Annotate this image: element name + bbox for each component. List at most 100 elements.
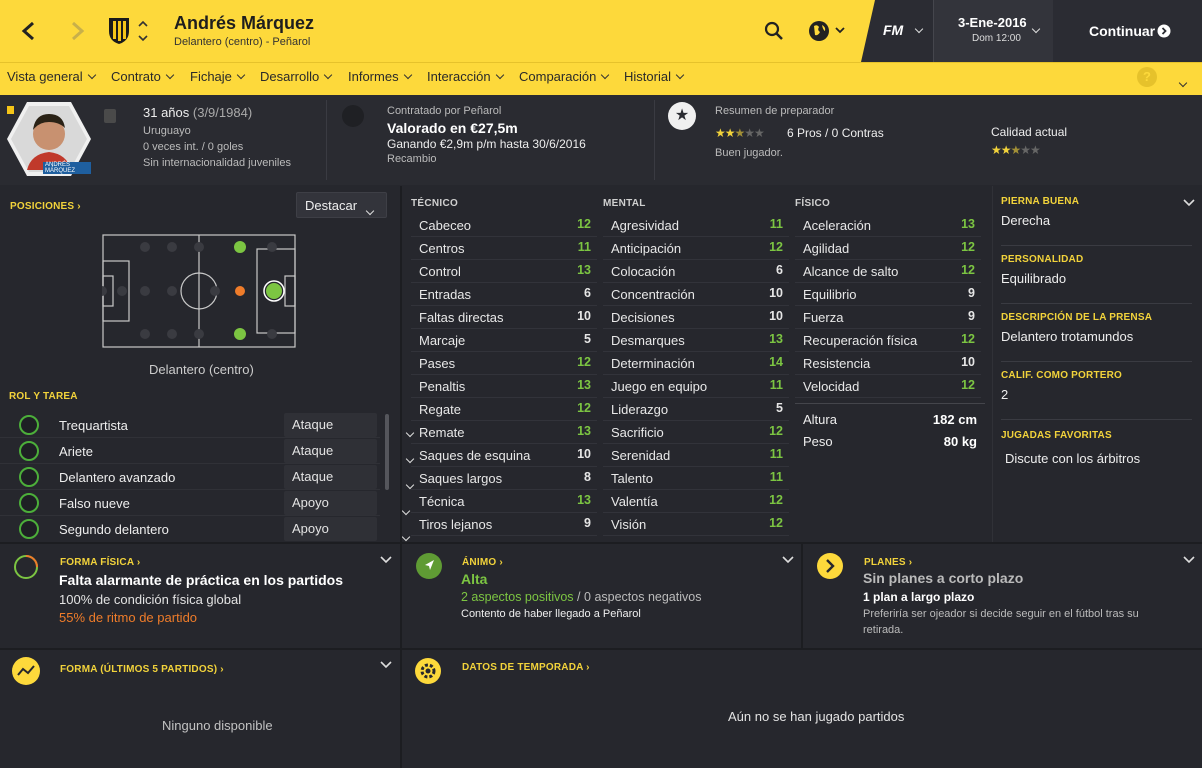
match-sharpness: 55% de ritmo de partido (59, 610, 198, 625)
duty-dropdown[interactable]: Apoyo (284, 491, 411, 516)
chevron-down-icon[interactable] (1178, 78, 1188, 88)
roles-scrollbar[interactable] (385, 414, 389, 490)
attribute-row[interactable]: Cabeceo 12 (411, 214, 597, 237)
attribute-row[interactable]: Fuerza 9 (795, 306, 981, 329)
attribute-row[interactable]: Alcance de salto 12 (795, 260, 981, 283)
attribute-value: 12 (961, 263, 975, 277)
attribute-row[interactable]: Pases 12 (411, 352, 597, 375)
attribute-label: Fuerza (803, 310, 844, 325)
duty-dropdown[interactable]: Ataque (284, 465, 415, 490)
menu-desarrollo[interactable]: Desarrollo (260, 69, 333, 84)
attribute-label: Equilibrio (803, 287, 857, 302)
attribute-row[interactable]: Talento 11 (603, 467, 789, 490)
side-info-title: DESCRIPCIÓN DE LA PRENSA (1001, 312, 1153, 323)
chevron-down-icon[interactable] (1183, 198, 1195, 208)
duty-dropdown[interactable]: Ataque (284, 439, 415, 464)
attribute-row[interactable]: Saques largos 8 (411, 467, 597, 490)
attribute-label: Resistencia (803, 356, 871, 371)
highlight-dropdown[interactable]: Destacar (296, 192, 387, 218)
attribute-row[interactable]: Entradas 6 (411, 283, 597, 306)
season-empty: Aún no se han jugado partidos (728, 709, 905, 724)
chevron-down-icon[interactable] (380, 555, 392, 565)
attribute-row[interactable]: Saques de esquina 10 (411, 444, 597, 467)
globe-icon[interactable] (808, 19, 848, 43)
fitness-title[interactable]: FORMA FÍSICA › (60, 557, 140, 568)
back-button[interactable] (18, 20, 40, 42)
menu-informes[interactable]: Informes (348, 69, 412, 84)
attribute-label: Velocidad (803, 379, 860, 394)
role-row[interactable]: Delantero avanzado Ataque (0, 464, 415, 490)
player-avatar[interactable]: ANDRÉS MÁRQUEZ (7, 100, 91, 178)
attribute-row[interactable]: Centros 11 (411, 237, 597, 260)
duty-dropdown[interactable]: Apoyo (284, 517, 411, 542)
fm-menu-button[interactable]: FM (861, 0, 933, 62)
positions-title[interactable]: POSICIONES › (10, 201, 81, 212)
attribute-row[interactable]: Marcaje 5 (411, 329, 597, 352)
attribute-row[interactable]: Colocación 6 (603, 260, 789, 283)
attribute-row[interactable]: Agresividad 11 (603, 214, 789, 237)
club-crest-icon[interactable] (107, 15, 131, 45)
role-row[interactable]: Trequartista Ataque (0, 412, 415, 438)
attribute-value: 13 (577, 424, 591, 438)
club-switch-arrows[interactable] (137, 18, 149, 44)
chevron-down-icon (401, 506, 411, 516)
attribute-row[interactable]: Técnica 13 (411, 490, 597, 513)
attribute-row[interactable]: Determinación 14 (603, 352, 789, 375)
attribute-row[interactable]: Penaltis 13 (411, 375, 597, 398)
form-title[interactable]: FORMA (ÚLTIMOS 5 PARTIDOS) › (60, 664, 224, 675)
attribute-row[interactable]: Tiros lejanos 9 (411, 513, 597, 536)
role-row[interactable]: Segundo delantero Apoyo (0, 516, 411, 542)
attribute-row[interactable]: Aceleración 13 (795, 214, 981, 237)
attribute-row[interactable]: Regate 12 (411, 398, 597, 421)
role-row[interactable]: Falso nueve Apoyo (0, 490, 411, 516)
duty-dropdown[interactable]: Ataque (284, 413, 415, 438)
attribute-row[interactable]: Velocidad 12 (795, 375, 981, 398)
menu-interaccion[interactable]: Interacción (427, 69, 504, 84)
player-subtitle: Delantero (centro) - Peñarol (174, 36, 311, 48)
chevron-down-icon[interactable] (1183, 555, 1195, 565)
pros-cons: 6 Pros / 0 Contras (787, 126, 884, 140)
menu-fichaje[interactable]: Fichaje (190, 69, 246, 84)
attribute-row[interactable]: Concentración 10 (603, 283, 789, 306)
attribute-row[interactable]: Recuperación física 12 (795, 329, 981, 352)
search-icon[interactable] (764, 21, 784, 41)
role-name: Delantero avanzado (59, 470, 176, 485)
morale-factors: 2 aspectos positivos / 0 aspectos negati… (461, 590, 702, 604)
date-panel[interactable]: 3-Ene-2016 Dom 12:00 (933, 0, 1053, 62)
role-icon (19, 493, 39, 513)
attribute-row[interactable]: Equilibrio 9 (795, 283, 981, 306)
position-dot-amr (234, 328, 246, 340)
attribute-row[interactable]: Juego en equipo 11 (603, 375, 789, 398)
help-icon[interactable]: ? (1137, 67, 1157, 87)
attribute-row[interactable]: Desmarques 13 (603, 329, 789, 352)
morale-negatives[interactable]: 0 aspectos negativos (584, 590, 701, 604)
menu-comparacion[interactable]: Comparación (519, 69, 610, 84)
chevron-left-icon (21, 21, 34, 41)
continue-button[interactable]: Continuar (1053, 0, 1202, 62)
attribute-row[interactable]: Resistencia 10 (795, 352, 981, 375)
attribute-row[interactable]: Faltas directas 10 (411, 306, 597, 329)
attribute-row[interactable]: Liderazgo 5 (603, 398, 789, 421)
menu-contrato[interactable]: Contrato (111, 69, 175, 84)
chevron-down-icon[interactable] (782, 555, 794, 565)
menu-vista-general[interactable]: Vista general (7, 69, 96, 84)
attribute-row[interactable]: Visión 12 (603, 513, 789, 536)
attribute-row[interactable]: Anticipación 12 (603, 237, 789, 260)
attribute-row[interactable]: Agilidad 12 (795, 237, 981, 260)
role-row[interactable]: Ariete Ataque (0, 438, 415, 464)
plans-title[interactable]: PLANES › (864, 557, 912, 568)
attribute-row[interactable]: Decisiones 10 (603, 306, 789, 329)
menu-historial[interactable]: Historial (624, 69, 685, 84)
attribute-row[interactable]: Sacrificio 12 (603, 421, 789, 444)
attribute-row[interactable]: Valentía 12 (603, 490, 789, 513)
forward-button[interactable] (66, 20, 88, 42)
morale-positives[interactable]: 2 aspectos positivos (461, 590, 574, 604)
season-title[interactable]: DATOS DE TEMPORADA › (462, 662, 590, 673)
chevron-down-icon[interactable] (380, 660, 392, 670)
attribute-row[interactable]: Serenidad 11 (603, 444, 789, 467)
attribute-value: 13 (577, 263, 591, 277)
morale-title[interactable]: ÁNIMO › (462, 557, 503, 568)
attribute-row[interactable]: Remate 13 (411, 421, 597, 444)
role-icon (19, 467, 39, 487)
attribute-row[interactable]: Control 13 (411, 260, 597, 283)
